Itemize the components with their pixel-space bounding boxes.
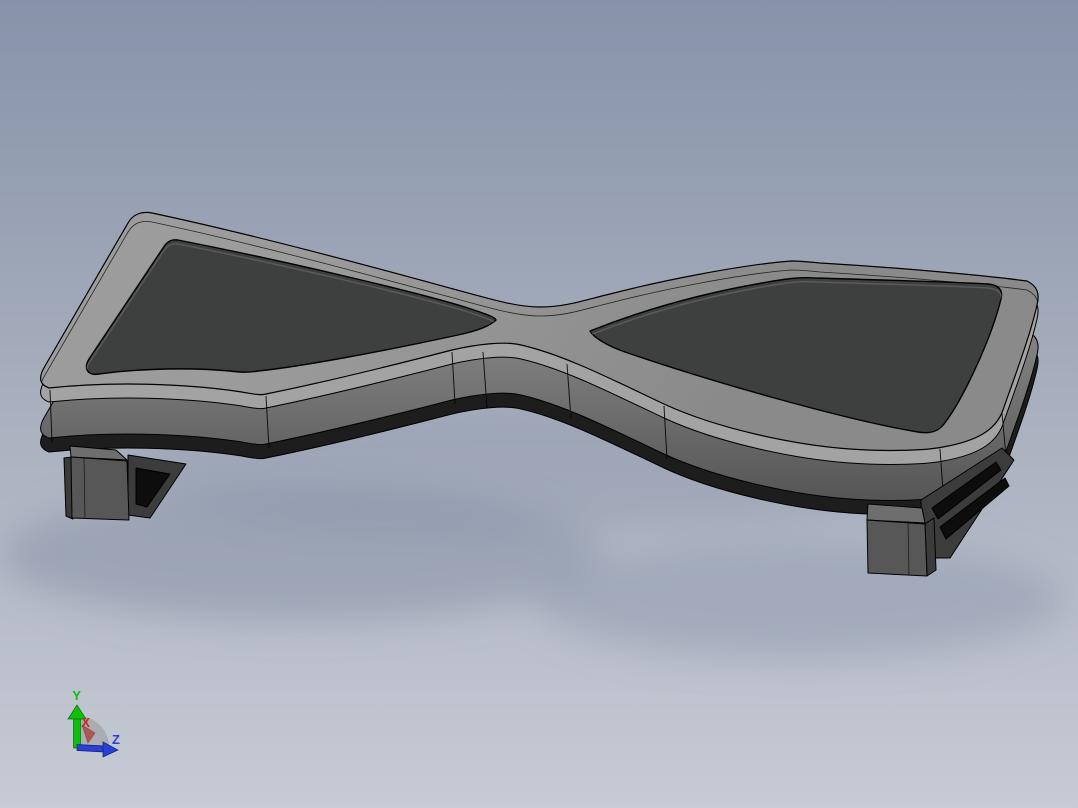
left-leg-front-face[interactable] [70,456,130,521]
z-axis-label: Z [112,732,120,747]
right-leg-front-face[interactable] [866,519,928,577]
y-axis-label: Y [72,688,81,703]
x-axis-label: X [81,715,90,730]
left-leg[interactable] [63,445,130,521]
cad-viewport[interactable]: Y X Z [0,0,1078,808]
